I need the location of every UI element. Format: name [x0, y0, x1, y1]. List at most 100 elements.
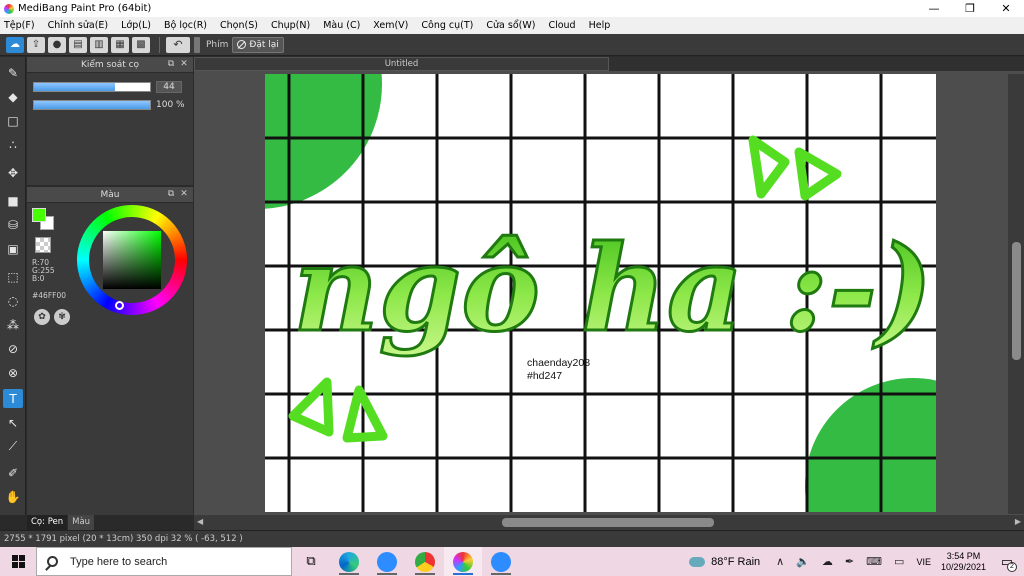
- share-button[interactable]: ⇪: [27, 36, 45, 53]
- tab-color[interactable]: Màu: [68, 515, 95, 530]
- triangles-top-right: [748, 135, 842, 201]
- task-view-button[interactable]: ⧉: [292, 547, 330, 576]
- text-tool[interactable]: T: [3, 389, 23, 408]
- operation-tool[interactable]: ↖: [3, 413, 23, 432]
- magic-wand-icon: ⁂: [7, 317, 19, 332]
- menu-color[interactable]: Màu (C): [323, 20, 360, 31]
- language-indicator[interactable]: VIE: [916, 557, 931, 567]
- status-bar: 2755 * 1791 pixel (20 * 13cm) 350 dpi 32…: [0, 530, 1024, 547]
- popout-icon[interactable]: ⧉: [166, 189, 176, 200]
- menu-help[interactable]: Help: [589, 20, 611, 31]
- bucket-tool[interactable]: ⛁: [3, 215, 23, 234]
- zoom-button-2[interactable]: [482, 547, 520, 576]
- page-button[interactable]: ▥: [90, 36, 108, 53]
- edge-button[interactable]: [330, 547, 368, 576]
- hand-icon: ✋: [5, 489, 21, 504]
- display-icon[interactable]: ▭: [894, 555, 904, 568]
- page-icon: ▥: [94, 39, 104, 50]
- tab-brush[interactable]: Cọ: Pen: [27, 515, 68, 530]
- horizontal-scroll-thumb[interactable]: [502, 518, 714, 527]
- rain-cloud-icon: [689, 556, 706, 567]
- window-title: MediBang Paint Pro (64bit): [18, 3, 152, 14]
- keyboard-icon[interactable]: ⌨: [866, 555, 882, 568]
- dot-brush-tool[interactable]: ∴: [3, 135, 23, 154]
- brush-tool[interactable]: ✎: [3, 63, 23, 82]
- maximize-button[interactable]: ❐: [952, 0, 988, 17]
- fill-rect-tool[interactable]: ■: [3, 191, 23, 210]
- vertical-scroll-thumb[interactable]: [1012, 242, 1021, 360]
- palette-icon[interactable]: ✿: [34, 309, 50, 325]
- panel-button[interactable]: ▦: [111, 36, 129, 53]
- chevron-up-icon[interactable]: ∧: [776, 555, 784, 568]
- zoom-icon: [377, 551, 397, 572]
- onedrive-icon[interactable]: ☁: [822, 555, 833, 568]
- weather-widget[interactable]: 88°F Rain: [689, 556, 760, 568]
- menu-view[interactable]: Xem(V): [373, 20, 408, 31]
- brush-size-value[interactable]: 44: [156, 81, 182, 93]
- chat-button[interactable]: ▤: [69, 36, 87, 53]
- select-pen-tool[interactable]: ⊘: [3, 339, 23, 358]
- redo-button[interactable]: [194, 36, 200, 53]
- document-tab[interactable]: Untitled: [194, 57, 609, 71]
- hand-tool[interactable]: ✋: [3, 487, 23, 506]
- menu-cloud[interactable]: Cloud: [548, 20, 575, 31]
- windows-taskbar: Type here to search ⧉ 88°F Rain ∧ 🔈 ☁ ✒ …: [0, 547, 1024, 576]
- corner-circle-bottom-right: [805, 378, 936, 512]
- menu-snap[interactable]: Chụp(N): [271, 20, 310, 31]
- chrome-button[interactable]: [406, 547, 444, 576]
- artwork-canvas[interactable]: ngô ha :-) chaenday208 #hd247: [265, 74, 936, 512]
- menu-edit[interactable]: Chỉnh sửa(E): [48, 20, 109, 31]
- menu-select[interactable]: Chọn(S): [220, 20, 258, 31]
- gradient-tool[interactable]: ▣: [3, 239, 23, 258]
- tool-column: ✎ ◆ □ ∴ ✥ ■ ⛁ ▣ ⬚ ◌ ⁂ ⊘ ⊗ T ↖ ⟋ ✐ ✋: [0, 57, 26, 515]
- horizontal-scrollbar[interactable]: ◀ ▶: [194, 515, 1024, 530]
- grid-button[interactable]: ▩: [132, 36, 150, 53]
- medibang-taskbar-button[interactable]: [444, 547, 482, 576]
- menu-layer[interactable]: Lớp(L): [121, 20, 151, 31]
- foreground-color-swatch[interactable]: [32, 208, 46, 222]
- panel-close-icon[interactable]: ✕: [179, 189, 189, 200]
- zoom-button-1[interactable]: [368, 547, 406, 576]
- eyedropper-tool[interactable]: ✐: [3, 463, 23, 482]
- panel-icon: ▦: [115, 39, 125, 50]
- close-button[interactable]: ✕: [988, 0, 1024, 17]
- eraser-tool[interactable]: ◆: [3, 87, 23, 106]
- vertical-scrollbar[interactable]: [1008, 74, 1024, 514]
- speaker-icon[interactable]: 🔈: [796, 555, 810, 568]
- scroll-right-arrow-icon[interactable]: ▶: [1015, 517, 1021, 526]
- edge-icon: [339, 551, 359, 572]
- frame-split-tool[interactable]: ⟋: [3, 437, 23, 456]
- undo-button[interactable]: ↶: [166, 36, 190, 53]
- clock[interactable]: 3:54 PM 10/29/2021: [941, 551, 986, 573]
- pen-icon[interactable]: ✒: [845, 555, 854, 568]
- comment-button[interactable]: ●: [48, 36, 66, 53]
- popout-icon[interactable]: ⧉: [166, 59, 176, 70]
- select-tool[interactable]: ⬚: [3, 267, 23, 286]
- move-tool[interactable]: ✥: [3, 163, 23, 182]
- cloud-button[interactable]: ☁: [6, 36, 24, 53]
- menu-file[interactable]: Tệp(F): [4, 20, 35, 31]
- magic-wand-tool[interactable]: ⁂: [3, 315, 23, 334]
- rectangle-tool[interactable]: □: [3, 111, 23, 130]
- menu-filter[interactable]: Bộ lọc(R): [164, 20, 207, 31]
- notification-center-button[interactable]: ▭ 2: [996, 551, 1018, 573]
- panel-close-icon[interactable]: ✕: [179, 59, 189, 70]
- select-eraser-tool[interactable]: ⊗: [3, 363, 23, 382]
- color-wheel[interactable]: [77, 205, 187, 315]
- start-button[interactable]: [0, 547, 36, 576]
- tool-column-footer: [0, 515, 27, 530]
- lasso-tool[interactable]: ◌: [3, 291, 23, 310]
- minimize-button[interactable]: —: [916, 0, 952, 17]
- saturation-value-square[interactable]: [103, 231, 161, 289]
- brush-opacity-slider[interactable]: [33, 100, 151, 110]
- taskbar-search[interactable]: Type here to search: [36, 547, 292, 576]
- palette-256-icon[interactable]: ✾: [54, 309, 70, 325]
- eraser-icon: ◆: [8, 89, 18, 104]
- reset-button[interactable]: Đặt lại: [232, 36, 284, 53]
- menu-window[interactable]: Cửa sổ(W): [486, 20, 535, 31]
- transparent-color-swatch[interactable]: [35, 237, 51, 253]
- menu-tools[interactable]: Công cụ(T): [421, 20, 473, 31]
- scroll-left-arrow-icon[interactable]: ◀: [197, 517, 203, 526]
- brush-size-slider[interactable]: [33, 82, 151, 92]
- hue-marker[interactable]: [115, 301, 124, 310]
